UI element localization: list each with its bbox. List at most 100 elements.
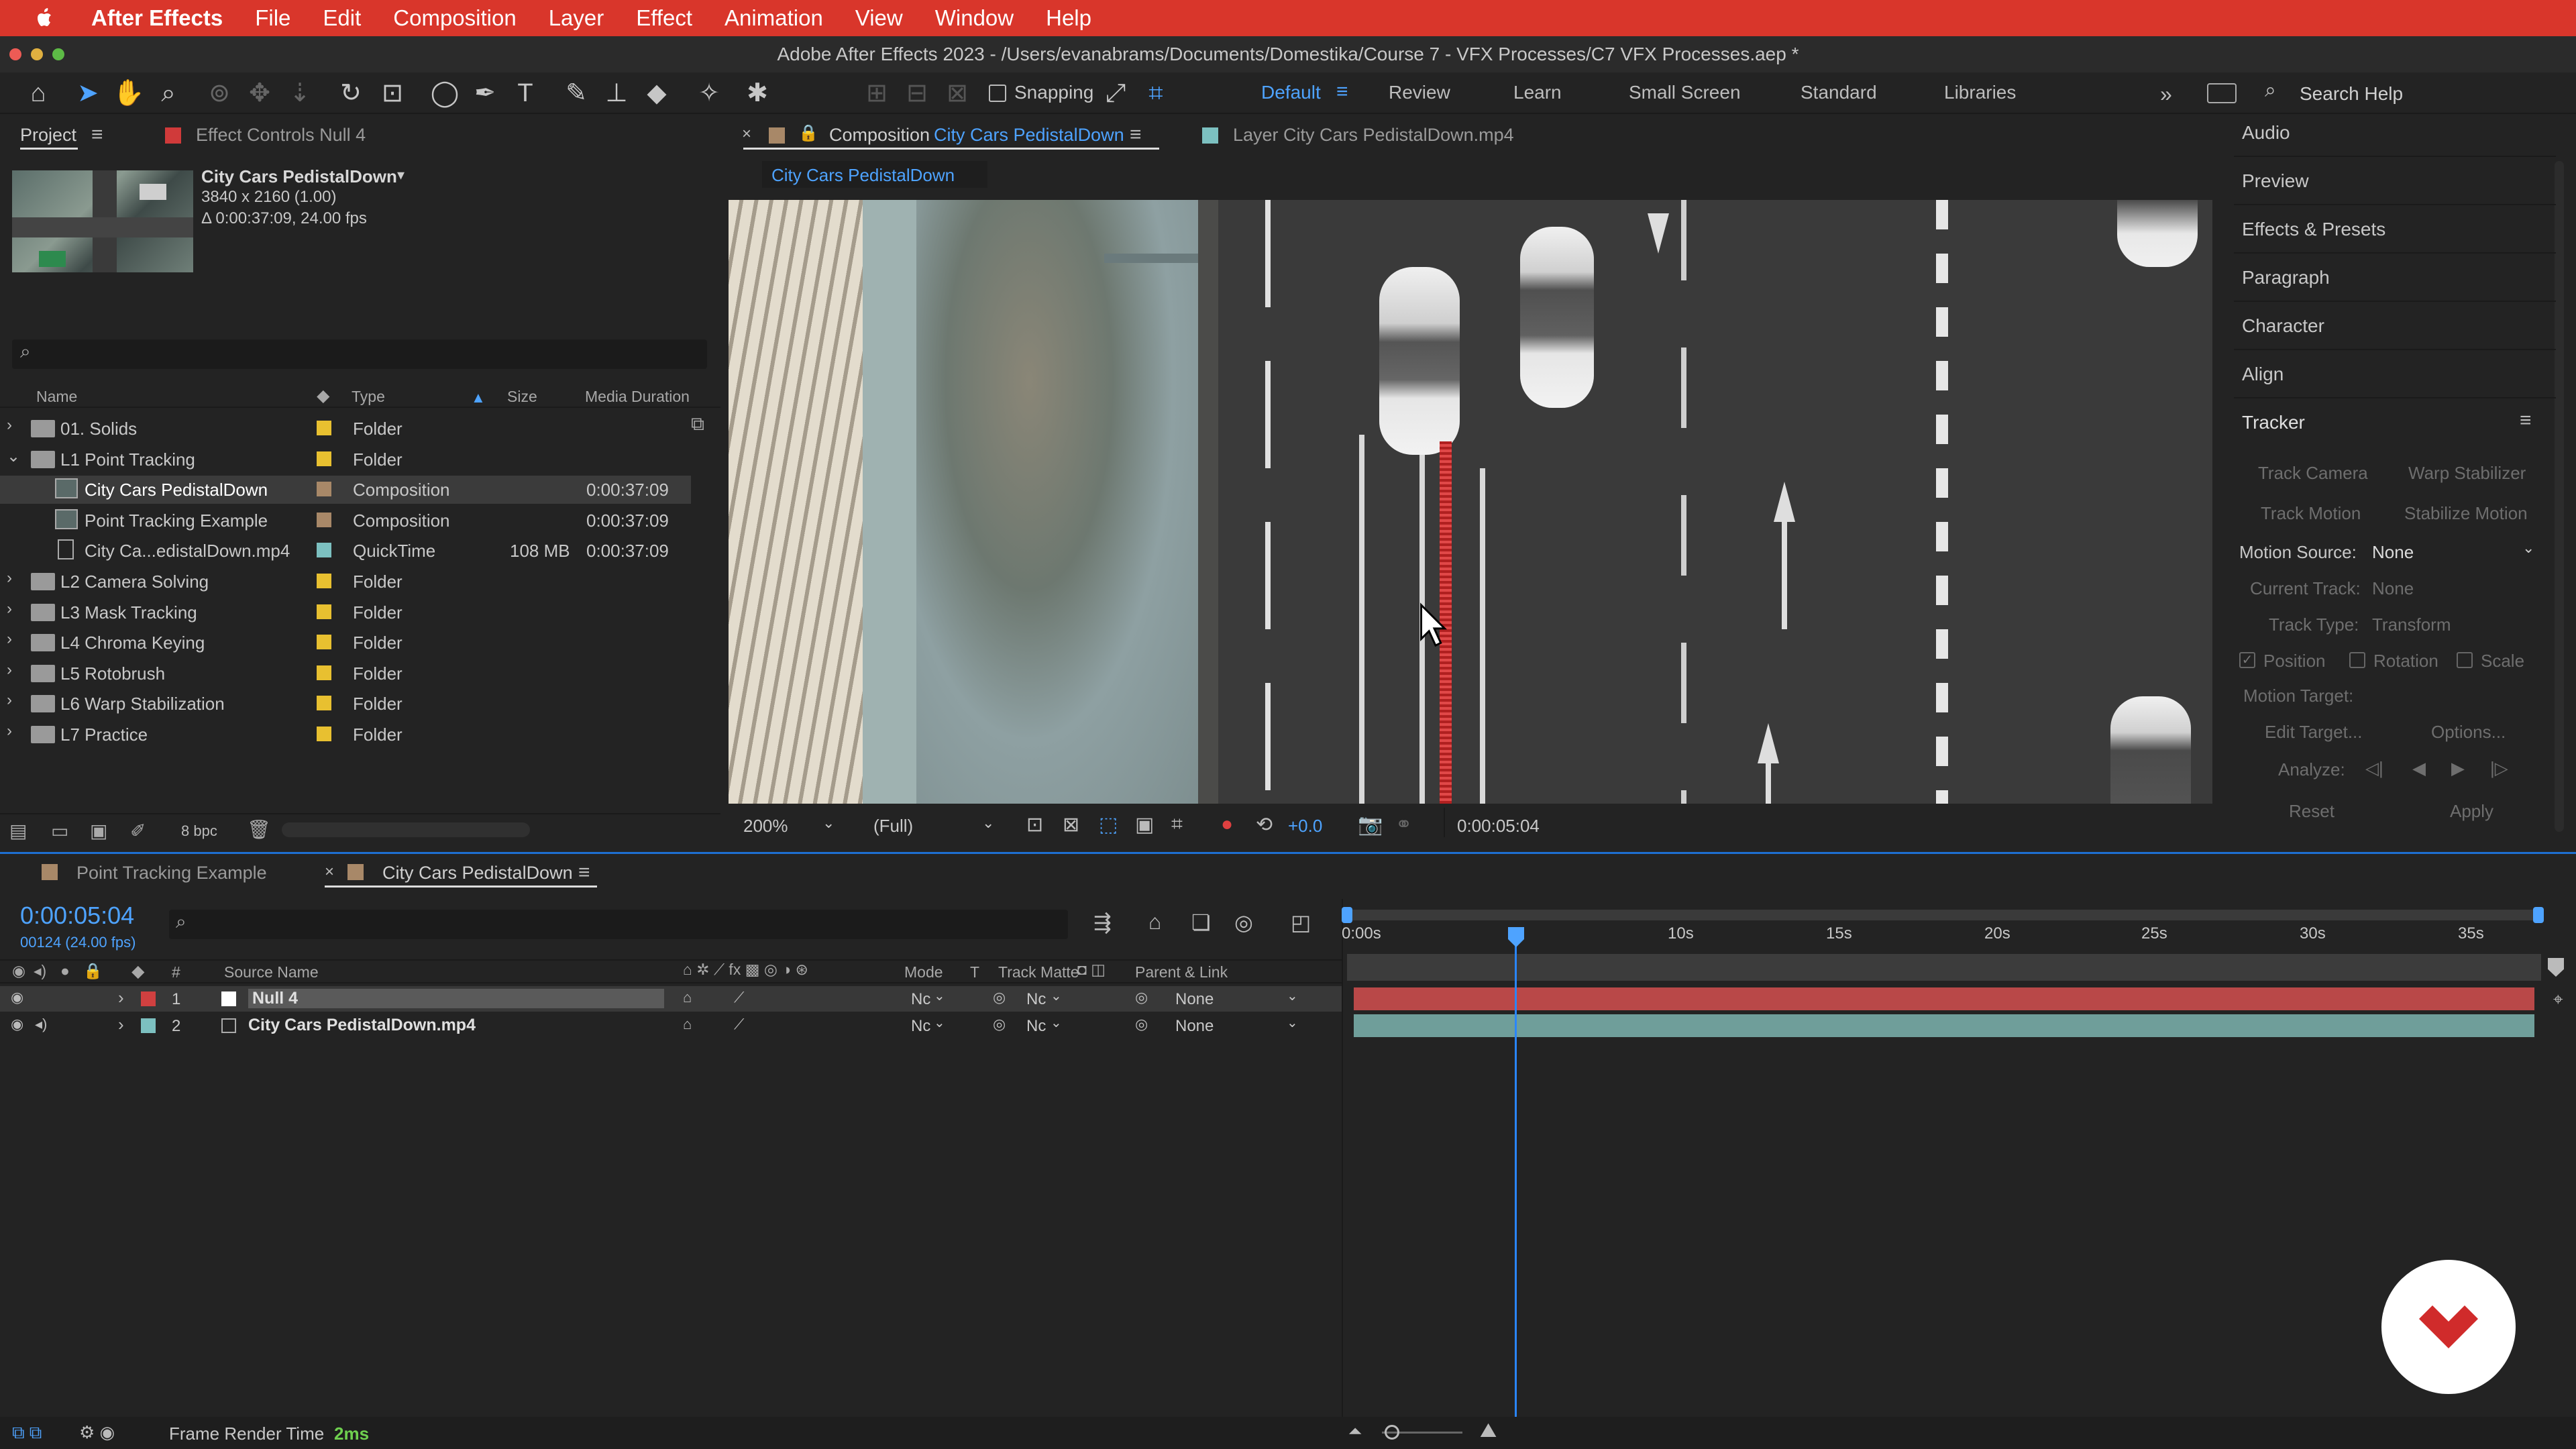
layer-name[interactable]: City Cars PedistalDown.mp4 (248, 1016, 476, 1035)
chevron-down-icon[interactable]: ⌄ (1287, 1014, 1298, 1031)
roto-brush-icon[interactable]: ✧ (694, 78, 724, 109)
panel-character[interactable]: Character (2242, 315, 2324, 337)
workspace-small-screen[interactable]: Small Screen (1629, 82, 1741, 103)
shy-layers-icon[interactable]: ❏ (1191, 910, 1211, 935)
label-color-swatch[interactable] (141, 991, 156, 1006)
brush-tool-icon[interactable]: ✎ (561, 78, 592, 109)
chevron-right-icon[interactable]: › (118, 987, 124, 1008)
project-item-row[interactable]: › L2 Camera Solving Folder (0, 568, 691, 596)
timeline-current-time[interactable]: 0:00:05:04 (20, 902, 134, 930)
timeline-search-input[interactable] (169, 910, 1068, 939)
chevron-down-icon[interactable]: ▾ (397, 166, 405, 184)
chevron-right-icon[interactable]: › (7, 630, 12, 649)
workspace-learn[interactable]: Learn (1513, 82, 1562, 103)
pen-tool-icon[interactable]: ✒ (470, 78, 500, 109)
track-motion-button[interactable]: Track Motion (2261, 503, 2361, 524)
analyze-next-icon[interactable]: |▷ (2490, 758, 2508, 779)
ellipse-tool-icon[interactable]: ◯ (429, 78, 460, 109)
label-color-swatch[interactable] (317, 604, 331, 619)
parent-dropdown[interactable]: None (1175, 990, 1214, 1009)
chevron-right-icon[interactable]: › (7, 569, 12, 588)
timeline-tab-city-cars[interactable]: City Cars PedistalDown (382, 863, 573, 883)
project-item-row[interactable]: › L6 Warp Stabilization Folder (0, 690, 691, 718)
apply-button[interactable]: Apply (2450, 801, 2493, 822)
parent-pick-whip-icon[interactable]: ◎ (1135, 989, 1148, 1006)
audio-icon[interactable]: ◂) (35, 1016, 47, 1033)
tracker-menu-icon[interactable]: ≡ (2520, 409, 2532, 432)
show-snapshot-icon[interactable]: ⚭ (1395, 813, 1412, 837)
bit-depth-button[interactable]: 8 bpc (181, 822, 217, 840)
zoom-in-icon[interactable]: ⛰ (1480, 1419, 1497, 1442)
chevron-down-icon[interactable]: ⌄ (1051, 1014, 1062, 1031)
project-item-row[interactable]: › L7 Practice Folder (0, 720, 691, 749)
project-item-row[interactable]: › L5 Rotobrush Folder (0, 659, 691, 688)
delete-icon[interactable]: 🗑 (247, 818, 271, 841)
channels-icon[interactable]: ● (1221, 813, 1233, 836)
layer-name[interactable]: Null 4 (248, 989, 664, 1008)
reset-exposure-icon[interactable]: ⟲ (1256, 813, 1273, 837)
workspace-standard[interactable]: Standard (1801, 82, 1877, 103)
puppet-tool-icon[interactable]: ✱ (742, 78, 773, 109)
audio-column-icon[interactable]: ◂) (34, 962, 46, 980)
project-item-row[interactable]: › L4 Chroma Keying Folder (0, 629, 691, 657)
collapse-switch-icon[interactable]: ⌂ (683, 1016, 692, 1033)
project-item-row[interactable]: ⌄ L1 Point Tracking Folder (0, 445, 691, 474)
dolly-camera-icon[interactable]: ⇣ (284, 78, 315, 109)
workspace-default[interactable]: Default (1261, 82, 1321, 103)
column-media-duration[interactable]: Media Duration (585, 388, 690, 406)
local-axis-icon[interactable]: ⊞ (861, 78, 892, 109)
menu-help[interactable]: Help (1046, 5, 1091, 31)
snap-mode-icon[interactable]: ⌗ (1140, 78, 1171, 109)
hand-tool-icon[interactable]: ✋ (113, 78, 144, 109)
workspace-review[interactable]: Review (1389, 82, 1450, 103)
minimize-window-button[interactable] (31, 48, 43, 60)
panel-audio[interactable]: Audio (2242, 122, 2290, 144)
stabilize-motion-button[interactable]: Stabilize Motion (2404, 503, 2528, 524)
project-item-row[interactable]: › 01. Solids Folder (0, 415, 691, 443)
composition-viewer[interactable] (729, 200, 2212, 804)
track-matte-dropdown[interactable]: Nc (1026, 1017, 1046, 1036)
menu-view[interactable]: View (855, 5, 903, 31)
track-matte-column[interactable]: Track Matte (998, 963, 1079, 981)
project-panel-menu-icon[interactable]: ≡ (91, 123, 103, 146)
work-area-bar[interactable] (1347, 910, 2541, 920)
search-help-input[interactable]: Search Help (2300, 83, 2403, 105)
mode-column[interactable]: Mode (904, 963, 943, 981)
position-checkbox[interactable]: ✓ (2239, 652, 2255, 668)
home-icon[interactable]: ⌂ (23, 78, 54, 109)
chevron-down-icon[interactable]: ⌄ (1287, 987, 1298, 1004)
grid-guides-icon[interactable]: ⌗ (1171, 813, 1183, 836)
apple-icon[interactable] (31, 5, 58, 32)
tab-project[interactable]: Project (20, 125, 76, 146)
current-time-display[interactable]: 0:00:05:04 (1457, 816, 1540, 837)
label-color-swatch[interactable] (317, 665, 331, 680)
parent-dropdown[interactable]: None (1175, 1017, 1214, 1036)
adjust-project-settings-icon[interactable]: ✐ (130, 820, 146, 842)
panel-align[interactable]: Align (2242, 364, 2284, 385)
label-color-swatch[interactable] (317, 574, 331, 588)
column-name[interactable]: Name (36, 388, 77, 406)
rotation-checkbox[interactable] (2349, 652, 2365, 668)
comp-flowchart-icon[interactable]: ⇶ (1093, 910, 1112, 935)
comp-tab-name[interactable]: City Cars PedistalDown (934, 125, 1124, 146)
comp-panel-menu-icon[interactable]: ≡ (1130, 123, 1142, 146)
frame-blending-icon[interactable]: ◎ (1234, 910, 1253, 935)
type-tool-icon[interactable]: T (510, 78, 541, 109)
preserve-transparency-icon[interactable]: ◎ (993, 989, 1006, 1006)
menu-effect[interactable]: Effect (636, 5, 692, 31)
analyze-backward-icon[interactable]: ◀ (2412, 758, 2426, 779)
pick-whip-icon[interactable]: ⌖ (2553, 989, 2563, 1010)
layer-bar-null-4[interactable] (1354, 987, 2534, 1010)
label-color-swatch[interactable] (317, 543, 331, 557)
label-color-swatch[interactable] (317, 482, 331, 496)
comp-tab-prefix[interactable]: Composition (829, 125, 930, 146)
orbit-camera-icon[interactable]: ⊚ (204, 78, 235, 109)
chevron-right-icon[interactable]: › (7, 722, 12, 741)
timeline-zoom-thumb[interactable] (1385, 1425, 1399, 1440)
zoom-window-button[interactable] (52, 48, 64, 60)
flowchart-icon[interactable]: ⧉ (691, 413, 704, 435)
new-folder-icon[interactable]: ▭ (51, 820, 68, 842)
new-composition-icon[interactable]: ▣ (90, 820, 107, 842)
quality-switch-icon[interactable]: ⟋ (734, 989, 744, 1006)
view-axis-icon[interactable]: ⊠ (942, 78, 973, 109)
